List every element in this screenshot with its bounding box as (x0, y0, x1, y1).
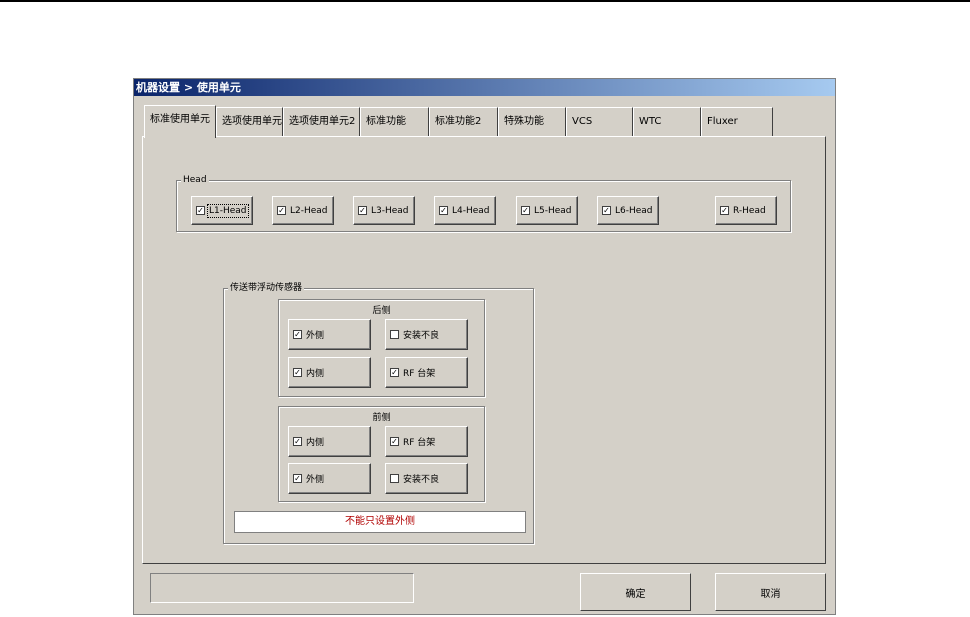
machine-settings-window: 机器设置 > 使用单元 标准使用单元 选项使用单元 选项使用单元2 标准功能 标… (133, 78, 836, 615)
checkbox-icon: ✓ (196, 205, 205, 215)
rear-inner-checkbox[interactable]: ✓ 内侧 (288, 357, 371, 388)
rear-group: 后侧 ✓ 外侧 安装不良 ✓ 内侧 ✓ RF 台架 (278, 299, 485, 397)
checkbox-label: 安装不良 (403, 331, 440, 341)
front-inner-checkbox[interactable]: ✓ 内侧 (288, 426, 371, 457)
l4-head-checkbox[interactable]: ✓ L4-Head (434, 196, 496, 225)
l2-head-checkbox[interactable]: ✓ L2-Head (272, 196, 334, 225)
checkbox-icon: ✓ (293, 367, 302, 377)
front-rf-stage-checkbox[interactable]: ✓ RF 台架 (385, 426, 468, 457)
tab-option-units-2[interactable]: 选项使用单元2 (283, 107, 360, 137)
tab-label: 标准功能2 (435, 116, 482, 127)
checkbox-label: 内侧 (306, 369, 325, 379)
checkbox-icon: ✓ (521, 205, 530, 215)
checkbox-label: RF 台架 (403, 369, 436, 379)
ok-button[interactable]: 确定 (580, 573, 691, 611)
checkbox-label: RF 台架 (403, 438, 436, 448)
checkbox-icon: ✓ (720, 205, 729, 215)
tab-option-units[interactable]: 选项使用单元 (216, 107, 283, 137)
front-install-defect-checkbox[interactable]: 安装不良 (385, 463, 468, 494)
front-group: 前侧 ✓ 内侧 ✓ RF 台架 ✓ 外侧 安装不良 (278, 406, 485, 502)
checkbox-icon: ✓ (293, 329, 302, 339)
tab-label: 选项使用单元 (222, 116, 282, 127)
conveyor-sensor-label: 传送带浮动传感器 (228, 281, 305, 295)
tab-label: 特殊功能 (504, 116, 544, 127)
tab-fluxer[interactable]: Fluxer (701, 107, 773, 137)
warning-message: 不能只设置外侧 (234, 511, 526, 533)
head-group: Head ✓ L1-Head ✓ L2-Head ✓ L3-Head ✓ L4-… (176, 173, 791, 232)
rear-group-label: 后侧 (372, 306, 391, 316)
checkbox-icon: ✓ (390, 367, 399, 377)
checkbox-icon: ✓ (277, 205, 286, 215)
tab-label: WTC (639, 116, 662, 127)
l1-head-label: L1-Head (207, 203, 249, 218)
checkbox-label: L6-Head (615, 205, 653, 216)
tab-label: VCS (572, 116, 593, 127)
checkbox-label: L3-Head (371, 205, 409, 216)
cancel-button[interactable]: 取消 (715, 573, 826, 611)
rear-rf-stage-checkbox[interactable]: ✓ RF 台架 (385, 357, 468, 388)
checkbox-icon (390, 329, 399, 339)
tab-panel: Head ✓ L1-Head ✓ L2-Head ✓ L3-Head ✓ L4-… (142, 136, 826, 564)
checkbox-label: R-Head (733, 205, 766, 216)
checkbox-icon (390, 473, 399, 483)
checkbox-icon: ✓ (602, 205, 611, 215)
tab-wtc[interactable]: WTC (633, 107, 701, 137)
tab-vcs[interactable]: VCS (566, 107, 633, 137)
checkbox-label: 外侧 (306, 475, 325, 485)
checkbox-label: 外侧 (306, 331, 325, 341)
checkbox-icon: ✓ (439, 205, 448, 215)
checkbox-label: 安装不良 (403, 475, 440, 485)
checkbox-label: L4-Head (452, 205, 490, 216)
l5-head-checkbox[interactable]: ✓ L5-Head (516, 196, 578, 225)
front-outer-checkbox[interactable]: ✓ 外侧 (288, 463, 371, 494)
r-head-checkbox[interactable]: ✓ R-Head (715, 196, 777, 225)
tab-special-functions[interactable]: 特殊功能 (498, 107, 566, 137)
tab-label: Fluxer (707, 116, 738, 127)
rear-outer-checkbox[interactable]: ✓ 外侧 (288, 319, 371, 350)
checkbox-icon: ✓ (293, 436, 302, 446)
l3-head-checkbox[interactable]: ✓ L3-Head (353, 196, 415, 225)
page-top-rule (0, 0, 970, 2)
tab-label: 标准使用单元 (150, 114, 210, 125)
tab-label: 选项使用单元2 (289, 116, 356, 127)
checkbox-icon: ✓ (293, 473, 302, 483)
rear-install-defect-checkbox[interactable]: 安装不良 (385, 319, 468, 350)
tab-label: 标准功能 (366, 116, 406, 127)
checkbox-label: 内侧 (306, 438, 325, 448)
head-group-label: Head (181, 173, 209, 187)
ok-button-label: 确定 (625, 588, 646, 600)
window-title: 机器设置 > 使用单元 (134, 79, 835, 96)
front-group-label: 前侧 (372, 413, 391, 423)
checkbox-label: L2-Head (290, 205, 328, 216)
status-field (150, 573, 414, 603)
l6-head-checkbox[interactable]: ✓ L6-Head (597, 196, 659, 225)
conveyor-sensor-group: 传送带浮动传感器 后侧 ✓ 外侧 安装不良 ✓ 内侧 ✓ RF 台架 前侧 ✓ … (223, 281, 534, 544)
tab-standard-functions[interactable]: 标准功能 (360, 107, 429, 137)
tab-standard-units[interactable]: 标准使用单元 (144, 105, 216, 138)
checkbox-label: L5-Head (534, 205, 572, 216)
l1-head-checkbox[interactable]: ✓ L1-Head (191, 196, 253, 225)
checkbox-label: L1-Head (207, 197, 249, 224)
tab-standard-functions-2[interactable]: 标准功能2 (429, 107, 498, 137)
checkbox-icon: ✓ (358, 205, 367, 215)
cancel-button-label: 取消 (760, 588, 781, 600)
checkbox-icon: ✓ (390, 436, 399, 446)
